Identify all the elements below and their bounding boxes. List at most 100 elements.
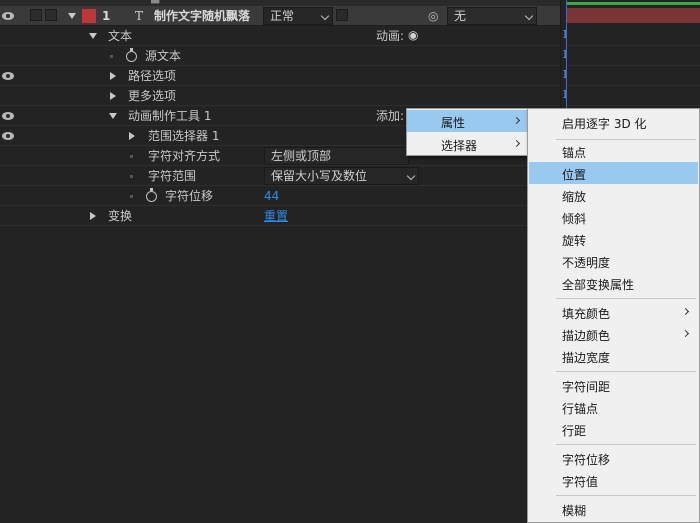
menu-item-label: 字符位移 — [562, 453, 611, 467]
menu-item-position[interactable]: 位置 — [529, 162, 698, 184]
chevron-down-icon — [320, 11, 330, 21]
menu-item-char-value[interactable]: 字符值 — [529, 469, 698, 491]
menu-item-property[interactable]: 属性 — [407, 110, 527, 132]
solo-toggle[interactable] — [45, 9, 57, 21]
expand-icon[interactable] — [110, 72, 116, 80]
expand-icon[interactable] — [90, 212, 96, 220]
menu-item-label: 描边宽度 — [562, 351, 611, 365]
char-alignment-value: 左侧或顶部 — [271, 149, 332, 163]
layer-duration-bar[interactable] — [567, 8, 700, 23]
menu-item-stroke-width[interactable]: 描边宽度 — [529, 345, 698, 367]
menu-item-selector[interactable]: 选择器 — [407, 133, 527, 155]
play-circle-icon[interactable]: ◉ — [408, 28, 418, 42]
menu-separator — [556, 444, 696, 445]
source-text-row[interactable]: 源文本 — [0, 46, 560, 66]
menu-item-label: 属性 — [441, 116, 466, 130]
menu-item-line-spacing[interactable]: 行距 — [529, 418, 698, 440]
expand-icon[interactable] — [110, 92, 116, 100]
more-options-row[interactable]: 更多选项 — [0, 86, 560, 106]
eye-icon[interactable] — [2, 112, 14, 120]
stopwatch-icon[interactable] — [146, 188, 157, 202]
eye-icon[interactable] — [2, 132, 14, 140]
menu-item-label: 行锚点 — [562, 402, 599, 416]
row-indent-dot — [130, 175, 133, 178]
menu-item-label: 选择器 — [441, 139, 478, 153]
menu-item-enable-3d[interactable]: 启用逐字 3D 化 — [529, 111, 698, 133]
property-submenu: 启用逐字 3D 化 锚点 位置 缩放 倾斜 旋转 不透明度 全部变换属性 填充颜… — [527, 108, 700, 523]
blend-mode-select[interactable]: 正常 — [263, 7, 333, 25]
path-options-label: 路径选项 — [128, 69, 177, 83]
audio-toggle[interactable] — [30, 9, 42, 21]
chevron-right-icon — [512, 116, 521, 125]
layer-expand-icon[interactable] — [68, 13, 76, 19]
expand-icon[interactable] — [109, 113, 117, 119]
menu-item-char-offset[interactable]: 字符位移 — [529, 447, 698, 469]
work-area-bar[interactable] — [567, 2, 700, 5]
transform-row[interactable]: 变换 重置 — [0, 206, 560, 226]
menu-item-blur[interactable]: 模糊 — [529, 498, 698, 520]
expand-icon[interactable] — [129, 132, 135, 140]
eye-icon[interactable] — [2, 72, 14, 80]
chevron-down-icon — [524, 11, 534, 21]
animate-label: 动画: — [376, 29, 405, 43]
path-options-row[interactable]: 路径选项 — [0, 66, 560, 86]
char-alignment-select[interactable]: 左侧或顶部 — [264, 147, 409, 165]
menu-item-skew[interactable]: 倾斜 — [529, 206, 698, 228]
add-label: 添加: — [376, 109, 405, 123]
expand-icon[interactable] — [89, 33, 97, 39]
row-indent-dot — [130, 155, 133, 158]
menu-item-rotation[interactable]: 旋转 — [529, 228, 698, 250]
eye-icon[interactable] — [2, 12, 14, 20]
layer-name[interactable]: 制作文字随机飘落 — [154, 9, 250, 23]
menu-item-opacity[interactable]: 不透明度 — [529, 250, 698, 272]
more-options-label: 更多选项 — [128, 89, 177, 103]
source-text-label: 源文本 — [145, 49, 182, 63]
menu-separator — [556, 298, 696, 299]
menu-item-label: 缩放 — [562, 190, 587, 204]
menu-item-anchor[interactable]: 锚点 — [529, 140, 698, 162]
menu-item-line-anchor[interactable]: 行锚点 — [529, 396, 698, 418]
row-indent-dot — [110, 55, 113, 58]
chevron-down-icon — [406, 171, 416, 181]
timeline-row-divider — [567, 45, 700, 46]
menu-item-fill-color[interactable]: 填充颜色 — [529, 301, 698, 323]
menu-item-label: 不透明度 — [562, 256, 611, 270]
chevron-right-icon — [681, 307, 690, 316]
row-indent-dot — [130, 195, 133, 198]
layer-row[interactable]: 1 T 制作文字随机飘落 正常 ◎ 无 — [0, 6, 560, 26]
char-offset-row[interactable]: 字符位移 44 — [0, 186, 560, 206]
menu-item-label: 倾斜 — [562, 212, 587, 226]
menu-item-label: 旋转 — [562, 234, 587, 248]
char-offset-value[interactable]: 44 — [264, 189, 279, 203]
char-range-row[interactable]: 字符范围 保留大小写及数位 — [0, 166, 560, 186]
char-range-label: 字符范围 — [148, 169, 197, 183]
layer-label-color[interactable] — [82, 9, 96, 23]
timeline-row-divider — [567, 85, 700, 86]
menu-item-label: 填充颜色 — [562, 307, 611, 321]
pick-whip-icon[interactable]: ◎ — [428, 9, 438, 23]
menu-item-label: 字符值 — [562, 475, 599, 489]
menu-item-label: 锚点 — [562, 146, 587, 160]
char-alignment-label: 字符对齐方式 — [148, 149, 221, 163]
trkmat-toggle[interactable] — [336, 9, 348, 21]
stopwatch-icon[interactable] — [126, 48, 137, 62]
menu-item-label: 字符间距 — [562, 380, 611, 394]
reset-link[interactable]: 重置 — [264, 209, 288, 223]
add-menu: 属性 选择器 — [406, 108, 528, 156]
parent-value: 无 — [454, 9, 467, 23]
text-group-label: 文本 — [108, 29, 133, 43]
menu-item-label: 启用逐字 3D 化 — [562, 117, 647, 131]
menu-item-stroke-color[interactable]: 描边颜色 — [529, 323, 698, 345]
text-layer-icon: T — [135, 9, 144, 23]
menu-item-all-transform[interactable]: 全部变换属性 — [529, 272, 698, 294]
parent-select[interactable]: 无 — [447, 7, 537, 25]
text-group-row[interactable]: 文本 动画: ◉ — [0, 26, 560, 46]
menu-item-label: 行距 — [562, 424, 587, 438]
chevron-right-icon — [681, 329, 690, 338]
animator-name[interactable]: 动画制作工具 1 — [128, 109, 211, 123]
menu-separator — [556, 495, 696, 496]
menu-item-tracking[interactable]: 字符间距 — [529, 374, 698, 396]
menu-item-label: 描边颜色 — [562, 329, 611, 343]
menu-item-scale[interactable]: 缩放 — [529, 184, 698, 206]
char-range-select[interactable]: 保留大小写及数位 — [264, 167, 419, 185]
